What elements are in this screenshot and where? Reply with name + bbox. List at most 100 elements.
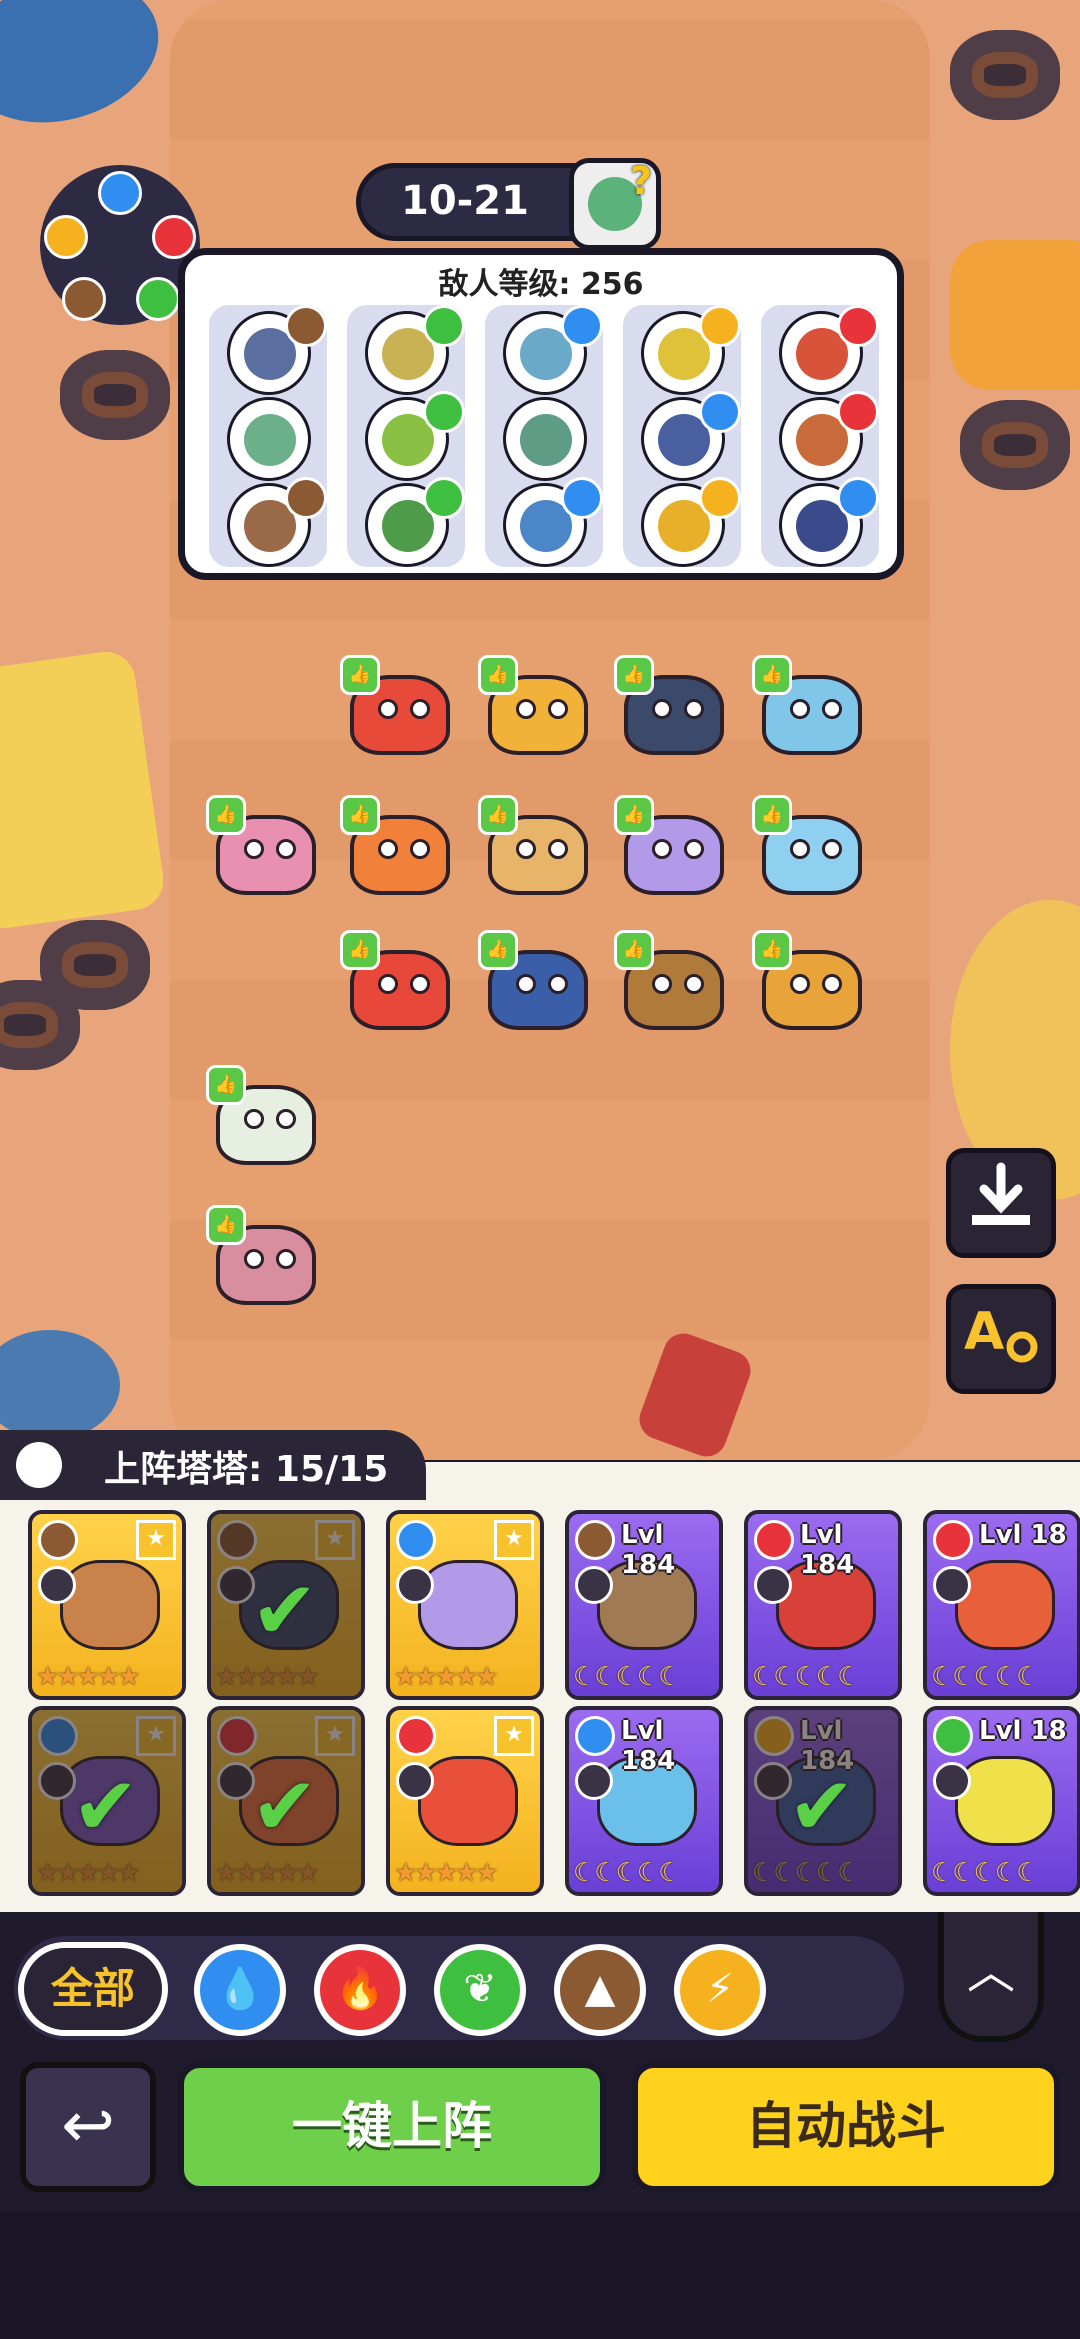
deployed-creature[interactable]: 👍 [614, 930, 734, 1040]
back-button[interactable]: ↩ [20, 2062, 156, 2192]
filter-water-button[interactable]: 💧 [194, 1944, 286, 2036]
enemy-column [347, 305, 465, 567]
creature-portrait [955, 1560, 1055, 1650]
deployed-creature[interactable]: 👍 [340, 655, 460, 765]
leaf-icon [423, 477, 465, 519]
deployed-creature[interactable]: 👍 [206, 795, 326, 905]
role-icon [933, 1566, 971, 1604]
thumbs-up-icon: 👍 [340, 655, 380, 695]
creature-card[interactable]: ★ ★★★★★ [386, 1706, 544, 1896]
thumbs-up-icon: 👍 [206, 1065, 246, 1105]
role-icon [933, 1762, 971, 1800]
card-level: Lvl 184 [621, 1716, 676, 1776]
role-icon [754, 1566, 792, 1604]
creature-card[interactable]: Lvl 18 ☾☾☾☾☾ [923, 1706, 1080, 1896]
one-click-deploy-button[interactable]: 一键上阵 [178, 2062, 606, 2192]
role-icon [396, 1566, 434, 1604]
car-decoration [950, 240, 1080, 390]
water-icon [561, 305, 603, 347]
deployed-creature[interactable]: 👍 [340, 930, 460, 1040]
creature-eye [822, 839, 842, 859]
filter-lightning-button[interactable]: ⚡ [674, 1944, 766, 2036]
water-icon [561, 477, 603, 519]
creature-eye [684, 699, 704, 719]
creature-card[interactable]: Lvl 184 ☾☾☾☾☾ [744, 1510, 902, 1700]
creature-eye [378, 974, 398, 994]
earth-icon [575, 1520, 615, 1560]
thumbs-up-icon: 👍 [752, 795, 792, 835]
creature-portrait [60, 1560, 160, 1650]
leaf-icon [423, 305, 465, 347]
enemy-slot[interactable] [227, 397, 311, 481]
enemy-column [485, 305, 603, 567]
creature-eye [790, 974, 810, 994]
deployed-creature[interactable]: 👍 [614, 655, 734, 765]
creature-eye [516, 699, 536, 719]
checkmark-icon: ✔ [251, 1564, 319, 1657]
creature-eye [822, 974, 842, 994]
checkmark-icon: ✔ [788, 1760, 856, 1853]
enemy-portrait [244, 414, 296, 466]
filter-leaf-button[interactable]: ❦ [434, 1944, 526, 2036]
filter-fire-button[interactable]: 🔥 [314, 1944, 406, 2036]
deployed-creature[interactable]: 👍 [478, 930, 598, 1040]
creature-eye [276, 1109, 296, 1129]
filter-all-button[interactable]: 全部 [18, 1942, 168, 2036]
creature-card[interactable]: Lvl 184☾☾☾☾☾✔ [744, 1706, 902, 1896]
creature-card[interactable]: ★★★★★★✔ [207, 1706, 365, 1896]
star-badge-icon: ★ [494, 1716, 534, 1756]
creature-eye [652, 839, 672, 859]
deployed-creature[interactable]: 👍 [752, 930, 872, 1040]
deployed-creature[interactable]: 👍 [614, 795, 734, 905]
element-filter-bar: 全部 💧 🔥 ❦ ▲ ⚡ ︿ [0, 1912, 1080, 2062]
deployed-creature[interactable]: 👍 [752, 795, 872, 905]
water-icon [699, 391, 741, 433]
checkmark-icon: ✔ [72, 1760, 140, 1853]
thumbs-up-icon: 👍 [614, 795, 654, 835]
fire-icon [754, 1520, 794, 1560]
creature-eye [822, 699, 842, 719]
water-icon [837, 477, 879, 519]
creature-card[interactable]: ★ ★★★★★ [28, 1510, 186, 1700]
thumbs-up-icon: 👍 [752, 655, 792, 695]
deployed-creature[interactable]: 👍 [752, 655, 872, 765]
creature-portrait [418, 1560, 518, 1650]
tire-decoration [0, 980, 80, 1070]
enemy-level-title: 敌人等级: 256 [438, 267, 644, 302]
auto-settings-icon: A [964, 1302, 1038, 1363]
earth-icon: ▲ [584, 1966, 616, 2012]
creature-card[interactable]: ★★★★★★✔ [28, 1706, 186, 1896]
creature-card[interactable]: ★★★★★★✔ [207, 1510, 365, 1700]
fire-icon [837, 305, 879, 347]
filter-earth-button[interactable]: ▲ [554, 1944, 646, 2036]
sign-decoration [0, 648, 168, 932]
auto-battle-button[interactable]: 自动战斗 [632, 2062, 1060, 2192]
creature-eye [276, 839, 296, 859]
creature-card[interactable]: Lvl 18 ☾☾☾☾☾ [923, 1510, 1080, 1700]
enemy-slot[interactable] [503, 397, 587, 481]
deployed-creature[interactable]: 👍 [206, 1065, 326, 1175]
enemy-info-button[interactable]: ? [569, 158, 661, 250]
creature-card[interactable]: Lvl 184 ☾☾☾☾☾ [565, 1706, 723, 1896]
enemy-column [761, 305, 879, 567]
star-rating: ★★★★★ [36, 1662, 141, 1692]
role-icon [396, 1762, 434, 1800]
star-rating: ★★★★★ [394, 1662, 499, 1692]
thumbs-up-icon: 👍 [614, 930, 654, 970]
card-level: Lvl 184 [800, 1520, 855, 1580]
deployed-creature[interactable]: 👍 [206, 1205, 326, 1315]
collapse-roster-button[interactable]: ︿ [938, 1912, 1044, 2042]
leaf-icon [423, 391, 465, 433]
deployed-creature[interactable]: 👍 [478, 795, 598, 905]
bottom-safe-area [0, 2212, 1080, 2339]
moon-rating: ☾☾☾☾☾ [931, 1662, 1040, 1692]
thumbs-up-icon: 👍 [206, 795, 246, 835]
cat-avatar-icon [16, 1442, 62, 1488]
deployed-creature[interactable]: 👍 [340, 795, 460, 905]
deployed-creature[interactable]: 👍 [478, 655, 598, 765]
creature-card[interactable]: ★ ★★★★★ [386, 1510, 544, 1700]
creature-card[interactable]: Lvl 184 ☾☾☾☾☾ [565, 1510, 723, 1700]
download-button[interactable] [946, 1148, 1056, 1258]
auto-settings-button[interactable]: A [946, 1284, 1056, 1394]
creature-eye [378, 699, 398, 719]
